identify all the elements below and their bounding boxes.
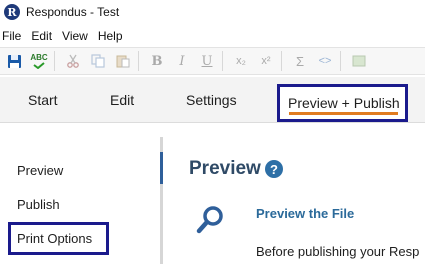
preview-description: Before publishing your Resp [256,244,420,259]
copy-icon[interactable] [87,50,109,72]
save-icon[interactable] [3,50,25,72]
tab-preview-publish[interactable]: Preview + Publish [288,80,400,126]
cut-icon[interactable] [62,50,84,72]
preview-file-link[interactable]: Preview the File [256,206,354,221]
menu-file[interactable]: File [0,29,26,43]
help-icon[interactable]: ? [265,160,283,178]
image-icon[interactable] [348,50,370,72]
nav-item-preview[interactable]: Preview [17,163,63,178]
tab-start[interactable]: Start [28,77,58,123]
nav-item-print-options[interactable]: Print Options [17,231,92,246]
tab-settings[interactable]: Settings [186,77,237,123]
menu-view[interactable]: View [57,29,93,43]
paste-icon[interactable] [112,50,134,72]
tab-edit[interactable]: Edit [110,77,134,123]
left-nav-active-indicator [160,152,163,184]
toolbar-separator [222,51,223,71]
equation-icon[interactable]: Σ [289,50,311,72]
respondus-logo-icon: R [4,4,20,20]
spell-check-icon[interactable]: ABC [28,50,50,72]
underline-icon[interactable]: U [196,50,218,72]
italic-icon[interactable]: I [171,50,193,72]
toolbar: ABC B I U x₂ x² Σ <> [0,47,425,75]
toolbar-separator [281,51,282,71]
page-title: Preview [189,158,261,179]
menu-help[interactable]: Help [93,29,128,43]
nav-item-publish[interactable]: Publish [17,197,60,212]
title-bar: R Respondus - Test [0,0,425,24]
bold-icon[interactable]: B [146,50,168,72]
magnifier-icon [196,204,226,234]
toolbar-separator [138,51,139,71]
menu-bar: File Edit View Help [0,26,128,46]
menu-edit[interactable]: Edit [26,29,57,43]
active-tab-indicator [289,112,398,115]
subscript-icon[interactable]: x₂ [230,50,252,72]
toolbar-separator [340,51,341,71]
superscript-icon[interactable]: x² [255,50,277,72]
toolbar-separator [54,51,55,71]
code-icon[interactable]: <> [314,50,336,72]
window-title: Respondus - Test [26,5,120,19]
